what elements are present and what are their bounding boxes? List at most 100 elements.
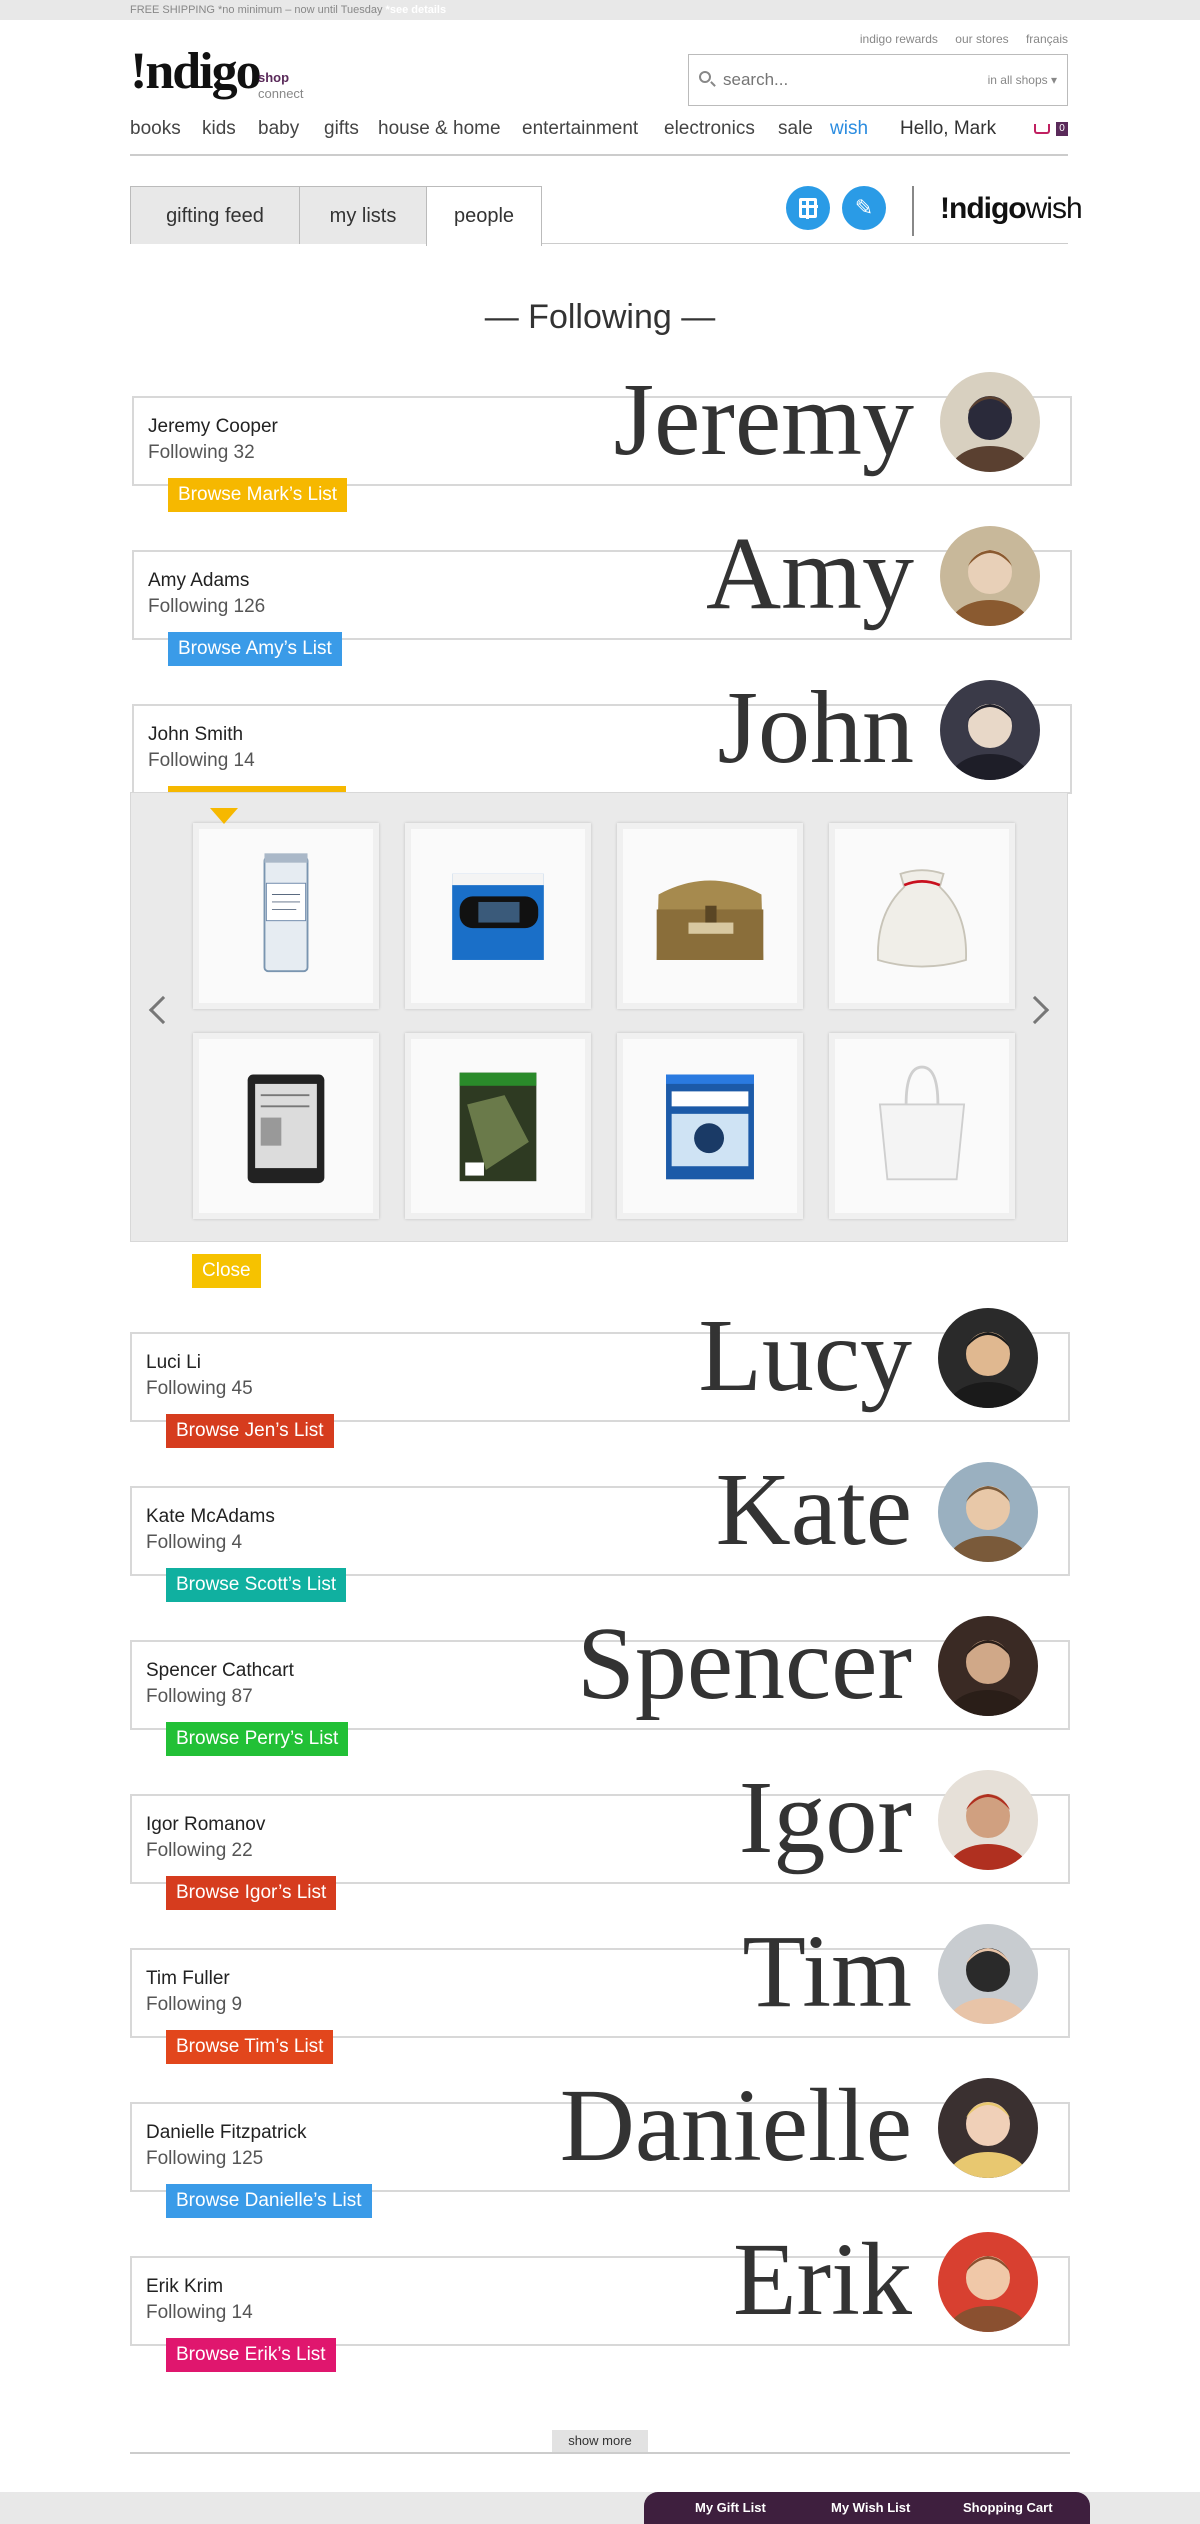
- following-heading: — Following —: [484, 298, 716, 336]
- browse-list-button[interactable]: Browse Igor’s List: [166, 1876, 337, 1910]
- person-first-name-large: Erik: [732, 2222, 912, 2337]
- nav-wish[interactable]: wish: [830, 118, 868, 140]
- following-count: Following 126: [148, 596, 266, 617]
- main-nav: books kids baby gifts house & home enter…: [130, 118, 1068, 156]
- product-tea-tin[interactable]: [193, 823, 379, 1009]
- promo-bar: FREE SHIPPING *no minimum – now until Tu…: [0, 0, 1200, 20]
- person-first-name-large: Jeremy: [613, 362, 914, 477]
- browse-list-button[interactable]: Browse Mark’s List: [168, 478, 348, 512]
- cart-icon[interactable]: 0: [1034, 122, 1068, 138]
- avatar[interactable]: [938, 1924, 1038, 2024]
- show-more-button[interactable]: show more: [552, 2430, 648, 2452]
- nav-books[interactable]: books: [130, 118, 181, 140]
- person-name[interactable]: Spencer Cathcart: [146, 1660, 294, 1682]
- person-first-name-large: John: [717, 670, 914, 785]
- search-icon[interactable]: [699, 71, 711, 83]
- product-e-reader[interactable]: [193, 1033, 379, 1219]
- person-card: Kate McAdams Following 4 Kate Browse Scott’…: [130, 1458, 1070, 1602]
- basket-icon: [1034, 124, 1050, 134]
- indigo-rewards-link[interactable]: indigo rewards: [860, 32, 938, 46]
- my-wish-list-link[interactable]: My Wish List: [831, 2500, 910, 2515]
- product-video-game[interactable]: [405, 1033, 591, 1219]
- person-first-name-large: Lucy: [698, 1298, 912, 1413]
- divider: [912, 186, 914, 236]
- product-tote-bag[interactable]: [829, 1033, 1015, 1219]
- greeting[interactable]: Hello, Mark: [900, 118, 996, 140]
- connect-label[interactable]: connect: [258, 86, 304, 102]
- avatar[interactable]: [938, 1770, 1038, 1870]
- browse-list-button[interactable]: Browse Perry’s List: [166, 1722, 349, 1756]
- browse-list-button[interactable]: Browse Scott’s List: [166, 1568, 347, 1602]
- search-scope-dropdown[interactable]: in all shops ▾: [988, 73, 1057, 87]
- person-name[interactable]: Erik Krim: [146, 2276, 223, 2298]
- person-card: Spencer Cathcart Following 87 Spencer Brows…: [130, 1612, 1070, 1756]
- john-list-gallery: [130, 792, 1068, 1242]
- avatar[interactable]: [938, 1616, 1038, 1716]
- shopping-cart-link[interactable]: Shopping Cart: [963, 2500, 1053, 2515]
- person-card: Erik Krim Following 14 Erik Browse Erik’s L…: [130, 2228, 1070, 2372]
- search-input[interactable]: [723, 69, 943, 91]
- person-first-name-large: Amy: [706, 516, 914, 631]
- person-name[interactable]: Jeremy Cooper: [148, 416, 278, 438]
- avatar[interactable]: [938, 2232, 1038, 2332]
- person-name[interactable]: Danielle Fitzpatrick: [146, 2122, 307, 2144]
- tab-gifting-feed[interactable]: gifting feed: [130, 186, 300, 244]
- following-count: Following 87: [146, 1686, 253, 1707]
- browse-list-button[interactable]: Browse Tim’s List: [166, 2030, 334, 2064]
- following-count: Following 9: [146, 1994, 243, 2015]
- tab-people[interactable]: people: [426, 186, 542, 246]
- nav-kids[interactable]: kids: [202, 118, 236, 140]
- avatar[interactable]: [938, 1308, 1038, 1408]
- nav-sale[interactable]: sale: [778, 118, 813, 140]
- chevron-right-icon[interactable]: [1020, 995, 1050, 1025]
- chevron-left-icon[interactable]: [148, 995, 178, 1025]
- bottom-divider: [130, 2452, 1070, 2454]
- avatar[interactable]: [938, 1462, 1038, 1562]
- footer-bar: My Gift List My Wish List Shopping Cart: [0, 2492, 1200, 2524]
- promo-text: FREE SHIPPING *no minimum – now until Tu…: [130, 4, 386, 16]
- product-skyfall-bluray[interactable]: [617, 1033, 803, 1219]
- person-card: John SmithFollowing 14JohnBrowse John’s …: [132, 676, 1072, 820]
- indigowish-logo: !ndigowish: [940, 192, 1083, 225]
- person-name[interactable]: Igor Romanov: [146, 1814, 265, 1836]
- cart-count: 0: [1056, 122, 1068, 136]
- avatar[interactable]: [940, 526, 1040, 626]
- nav-house-home[interactable]: house & home: [378, 118, 501, 140]
- avatar[interactable]: [938, 2078, 1038, 2178]
- avatar[interactable]: [940, 372, 1040, 472]
- person-card: Tim Fuller Following 9 Tim Browse Tim’s Lis…: [130, 1920, 1070, 2064]
- nav-electronics[interactable]: electronics: [664, 118, 755, 140]
- person-name[interactable]: Tim Fuller: [146, 1968, 230, 1990]
- following-count: Following 22: [146, 1840, 253, 1861]
- language-link[interactable]: français: [1026, 32, 1068, 46]
- close-gallery-button[interactable]: Close: [192, 1254, 261, 1288]
- browse-list-button[interactable]: Browse Amy’s List: [168, 632, 342, 666]
- product-ps-vita[interactable]: [405, 823, 591, 1009]
- browse-list-button[interactable]: Browse Erik’s List: [166, 2338, 336, 2372]
- person-name[interactable]: Luci Li: [146, 1352, 201, 1374]
- person-name[interactable]: Kate McAdams: [146, 1506, 275, 1528]
- person-name[interactable]: John Smith: [148, 724, 243, 746]
- following-count: Following 14: [148, 750, 255, 771]
- nav-entertainment[interactable]: entertainment: [522, 118, 638, 140]
- utility-links: indigo rewards our stores français: [846, 32, 1068, 46]
- tab-my-lists[interactable]: my lists: [299, 186, 427, 244]
- nav-gifts[interactable]: gifts: [324, 118, 359, 140]
- browse-list-button[interactable]: Browse Danielle’s List: [166, 2184, 372, 2218]
- browse-list-button[interactable]: Browse Jen’s List: [166, 1414, 334, 1448]
- our-stores-link[interactable]: our stores: [955, 32, 1008, 46]
- wish-tabs: gifting feed my lists people: [130, 186, 1068, 246]
- settings-button[interactable]: ✎: [842, 186, 886, 230]
- avatar[interactable]: [940, 680, 1040, 780]
- see-details-link[interactable]: *see details: [386, 4, 447, 16]
- nav-baby[interactable]: baby: [258, 118, 299, 140]
- product-canvas-bag[interactable]: [617, 823, 803, 1009]
- indigo-logo[interactable]: !ndigo: [130, 46, 262, 98]
- my-gift-list-link[interactable]: My Gift List: [695, 2500, 766, 2515]
- wrench-icon: ✎: [854, 195, 874, 220]
- person-name[interactable]: Amy Adams: [148, 570, 249, 592]
- product-drawstring-pouch[interactable]: [829, 823, 1015, 1009]
- shop-label[interactable]: shop: [258, 70, 304, 86]
- gift-button[interactable]: [786, 186, 830, 230]
- person-card: Jeremy Cooper Following 32 Jeremy Browse Ma…: [132, 368, 1072, 512]
